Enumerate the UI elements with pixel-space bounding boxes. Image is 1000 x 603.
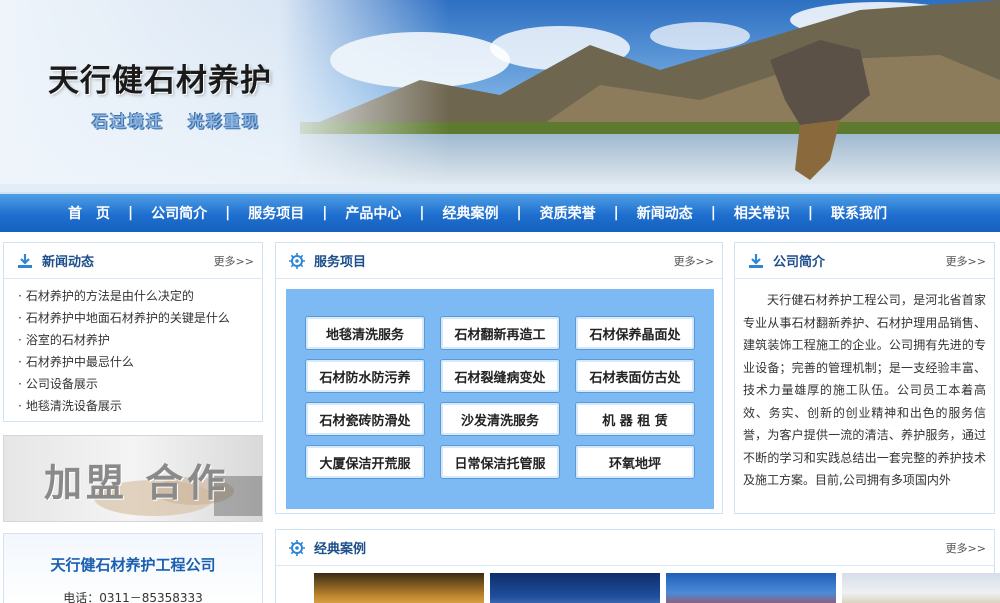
news-list: 石材养护的方法是由什么决定的 石材养护中地面石材养护的关键是什么 浴室的石材养护… [4, 279, 262, 417]
nav-news[interactable]: 新闻动态 [619, 203, 711, 223]
join-banner[interactable]: 加盟 合作 [3, 435, 263, 522]
download-icon [749, 253, 763, 268]
news-panel: 新闻动态 更多>> 石材养护的方法是由什么决定的 石材养护中地面石材养护的关键是… [3, 242, 263, 422]
services-title: 服务项目 [314, 255, 367, 270]
service-button[interactable]: 机 器 租 赁 [575, 402, 695, 436]
intro-more-link[interactable]: 更多>> [946, 253, 986, 269]
service-button[interactable]: 地毯清洗服务 [305, 316, 425, 350]
service-button[interactable]: 石材保养晶面处 [575, 316, 695, 350]
service-button[interactable]: 沙发清洗服务 [440, 402, 560, 436]
slogan-part-2: 光彩重现 [188, 112, 261, 131]
join-text: 加盟 合作 [44, 461, 230, 505]
news-item[interactable]: 浴室的石材养护 [18, 329, 262, 351]
service-button[interactable]: 石材防水防污养 [305, 359, 425, 393]
cases-title: 经典案例 [314, 542, 367, 557]
news-title: 新闻动态 [42, 255, 95, 270]
case-thumbnail[interactable] [666, 573, 836, 603]
service-button[interactable]: 石材表面仿古处 [575, 359, 695, 393]
intro-title: 公司简介 [773, 255, 826, 270]
service-button[interactable]: 石材翻新再造工 [440, 316, 560, 350]
news-item[interactable]: 地毯清洗设备展示 [18, 395, 262, 417]
contact-box: 天行健石材养护工程公司 电话：0311－85358333 [3, 533, 263, 603]
services-more-link[interactable]: 更多>> [674, 253, 714, 269]
slogan-part-1: 石过境迁 [92, 112, 165, 131]
case-thumbnail[interactable] [490, 573, 660, 603]
news-more-link[interactable]: 更多>> [214, 253, 254, 269]
intro-text: 天行健石材养护工程公司，是河北省首家专业从事石材翻新养护、石材护理用品销售、建筑… [743, 293, 986, 487]
news-item[interactable]: 石材养护中最忌什么 [18, 351, 262, 373]
services-panel-header: 服务项目 更多>> [276, 243, 722, 279]
news-item[interactable]: 公司设备展示 [18, 373, 262, 395]
download-icon [18, 253, 32, 268]
case-thumbnail[interactable] [314, 573, 484, 603]
nav-about[interactable]: 公司简介 [133, 203, 225, 223]
case-thumbnail[interactable] [842, 573, 1000, 603]
services-panel: 服务项目 更多>> 地毯清洗服务 石材翻新再造工 石材保养晶面处 石材防水防污养… [275, 242, 723, 514]
case-thumbnail-strip [284, 573, 1000, 603]
nav-knowledge[interactable]: 相关常识 [716, 203, 808, 223]
nav-honors[interactable]: 资质荣誉 [522, 203, 614, 223]
site-title: 天行健石材养护 [48, 63, 272, 99]
news-panel-header: 新闻动态 更多>> [4, 243, 262, 279]
main-nav: 首 页 | 公司简介 | 服务项目 | 产品中心 | 经典案例 | 资质荣誉 |… [0, 192, 1000, 232]
news-item[interactable]: 石材养护中地面石材养护的关键是什么 [18, 307, 262, 329]
service-button[interactable]: 石材瓷砖防滑处 [305, 402, 425, 436]
cases-panel-header: 经典案例 更多>> [276, 530, 994, 566]
contact-phone: 电话：0311－85358333 [63, 591, 203, 603]
nav-home[interactable]: 首 页 [50, 203, 128, 223]
contact-company-name: 天行健石材养护工程公司 [50, 556, 216, 574]
nav-contact[interactable]: 联系我们 [813, 203, 905, 223]
slogan: 石过境迁 光彩重现 [92, 108, 284, 132]
nav-products[interactable]: 产品中心 [327, 203, 419, 223]
cases-panel: 经典案例 更多>> [275, 529, 1000, 603]
services-grid: 地毯清洗服务 石材翻新再造工 石材保养晶面处 石材防水防污养 石材裂缝病变处 石… [305, 316, 695, 479]
service-button[interactable]: 日常保洁托管服 [440, 445, 560, 479]
service-button[interactable]: 大厦保洁开荒服 [305, 445, 425, 479]
news-item[interactable]: 石材养护的方法是由什么决定的 [18, 285, 262, 307]
nav-cases[interactable]: 经典案例 [425, 203, 517, 223]
nav-services[interactable]: 服务项目 [230, 203, 322, 223]
intro-panel: 公司简介 更多>> 天行健石材养护工程公司，是河北省首家专业从事石材翻新养护、石… [734, 242, 995, 514]
intro-panel-header: 公司简介 更多>> [735, 243, 994, 279]
service-button[interactable]: 石材裂缝病变处 [440, 359, 560, 393]
cases-more-link[interactable]: 更多>> [946, 540, 986, 556]
service-button[interactable]: 环氧地坪 [575, 445, 695, 479]
gear-icon [289, 252, 305, 269]
gear-icon [289, 539, 305, 556]
services-grid-area: 地毯清洗服务 石材翻新再造工 石材保养晶面处 石材防水防污养 石材裂缝病变处 石… [286, 289, 714, 509]
header-banner: 天行健石材养护 石过境迁 光彩重现 [0, 0, 1000, 192]
